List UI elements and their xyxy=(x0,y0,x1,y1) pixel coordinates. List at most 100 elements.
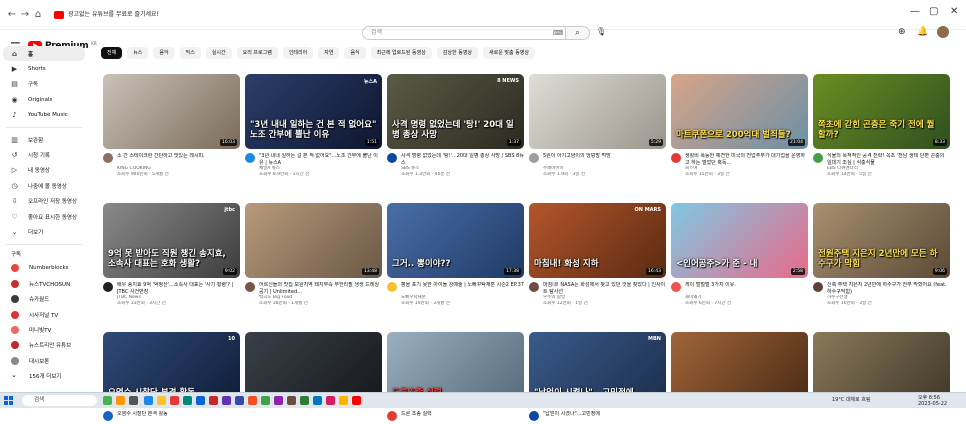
forward-icon[interactable]: → xyxy=(19,9,31,21)
channel-avatar[interactable] xyxy=(103,153,113,163)
video-thumbnail[interactable]: 16:03 xyxy=(103,74,240,149)
video-thumbnail[interactable]: 전원주택 지은지 2년만에 모든 하수구가 막힘 9:06 xyxy=(813,203,950,278)
channel-avatar[interactable] xyxy=(529,411,539,421)
search-input[interactable]: 검색 xyxy=(362,26,566,40)
sidebar-library-item-0[interactable]: ▥ 보관함 xyxy=(0,132,88,147)
sidebar-item-0[interactable]: ⌂ 홈 xyxy=(3,46,85,62)
app-icon-8[interactable] xyxy=(222,396,231,405)
video-card[interactable]: 5:29 5원이 아기고양이의 엉덩방 먹방 주례바어이 조회수 1.9회 · 3일 … xyxy=(529,74,666,178)
video-card[interactable]: 드론조종 실력드론 조종 실력 xyxy=(387,332,524,424)
video-card[interactable]: MBN"납얻이 시켰나"...고민정에"납얻이 시켰나"...고민정에 xyxy=(529,332,666,424)
sidebar-subscription-0[interactable]: Numberblocks xyxy=(0,261,88,276)
search-button[interactable]: ⌕ xyxy=(566,26,590,40)
video-card[interactable]: 쪽초에 갇힌 곤충은 죽기 전에 뭘 할까? 8:33 식물의 목적적인 공격 전략… xyxy=(813,74,950,178)
sidebar-subscription-2[interactable]: 슈카월드 xyxy=(0,291,88,306)
taskbar-search[interactable]: 검색 xyxy=(22,395,97,406)
app-icon-5[interactable] xyxy=(170,396,179,405)
app-icon-12[interactable] xyxy=(274,396,283,405)
sidebar-library-item-2[interactable]: ▷ 내 동영상 xyxy=(0,163,88,178)
chip-4[interactable]: 실시간 xyxy=(205,47,232,59)
chip-6[interactable]: 인테리어 xyxy=(282,47,314,59)
video-title[interactable]: 어르신들의 맛집 보완지역 돼지부속 무한리필 생생 드레싱 공기 | Unli… xyxy=(259,282,382,295)
video-thumbnail[interactable]: 마트쿠폰으로 200억대 벌죄들? 21:04 xyxy=(671,74,808,149)
sidebar-subscription-7[interactable]: ⌄ 156개 더보기 xyxy=(0,368,88,383)
bell-icon[interactable]: 🔔 xyxy=(917,27,928,37)
chip-3[interactable]: 믹스 xyxy=(179,47,201,59)
video-thumbnail[interactable]: 뉴스A "3년 내내 일하는 건 본 적 없어요" 노조 간부에 뿔난 이유 1:5… xyxy=(245,74,382,149)
clock[interactable]: 오후 8:56 2023-05-22 xyxy=(918,395,947,407)
video-card[interactable]: 그거.. 뽕이야?? 17:38 뽕을 포기 못한 아이돌 강예술 | 노빠꾸탁재훈… xyxy=(387,203,524,307)
video-title[interactable]: "납얻이 시켰나"...고민정에 xyxy=(543,411,666,424)
sidebar-library-item-3[interactable]: ◷ 나중에 볼 동영상 xyxy=(0,178,88,193)
home-nav-icon[interactable]: ⌂ xyxy=(32,9,44,21)
video-card[interactable]: 13:48 어르신들의 맛집 보완지역 돼지부속 무한리필 생생 드레싱 공기 |… xyxy=(245,203,382,307)
video-title[interactable]: 마침내! NASA는 화성에서 찾고 있던 것을 찾았다 | 인사이트 탐사선 xyxy=(543,282,666,295)
channel-avatar[interactable] xyxy=(813,282,823,292)
sidebar-library-item-6[interactable]: ⌄ 더보기 xyxy=(0,224,88,239)
app-icon-6[interactable] xyxy=(183,396,192,405)
premium-ad[interactable]: 광고없는 유튜브를 무료로 즐기세요! xyxy=(54,9,159,21)
video-title[interactable]: 5원이 아기고양이의 엉덩방 먹방 xyxy=(543,153,666,166)
video-thumbnail[interactable]: ON MARS 마침내! 화성 지하 16:43 xyxy=(529,203,666,278)
start-icon[interactable] xyxy=(4,396,13,405)
sidebar-subscription-1[interactable]: 뉴스TVCHOSUN xyxy=(0,276,88,291)
video-card[interactable]: 마트쿠폰으로 200억대 벌죄들? 21:04 생활비 폭등한 예견한 미국의 전업… xyxy=(671,74,808,178)
app-icon-1[interactable] xyxy=(103,396,112,405)
video-title[interactable]: 소 간 스테이크란 간단하고 맛있는 레시피. xyxy=(117,153,240,166)
weather[interactable]: 19°C 대체로 흐림 xyxy=(832,397,871,403)
video-thumbnail[interactable]: 8 NEWS 사격 명령 없었는데 '탕!' 20대 일병 총상 사망 1:37 xyxy=(387,74,524,149)
video-thumbnail[interactable]: 13:48 xyxy=(245,203,382,278)
app-icon-13[interactable] xyxy=(287,396,296,405)
chip-11[interactable]: 새로운 맞춤 동영상 xyxy=(483,47,536,59)
channel-avatar[interactable] xyxy=(387,411,397,421)
video-title[interactable]: 생활비 폭등한 예견한 미국의 전업주부가 대기업을 운영하고 하는 벌었던 혹… xyxy=(685,153,808,166)
sidebar-item-2[interactable]: ▤ 구독 xyxy=(0,77,88,92)
sidebar-subscription-6[interactable]: 대시보론 xyxy=(0,353,88,368)
video-title[interactable]: 배우 송지효 9억 '억정산'...소속사 대표는 '사기 횡령'? | JTB… xyxy=(117,282,240,295)
chip-10[interactable]: 감상한 동영상 xyxy=(436,47,479,59)
video-thumbnail[interactable]: 쪽초에 갇힌 곤충은 죽기 전에 뭘 할까? 8:33 xyxy=(813,74,950,149)
sidebar-item-3[interactable]: ◉ Originals xyxy=(0,92,88,107)
channel-avatar[interactable] xyxy=(387,153,397,163)
channel-avatar[interactable] xyxy=(671,282,681,292)
sidebar-library-item-1[interactable]: ↺ 시청 기록 xyxy=(0,147,88,162)
channel-avatar[interactable] xyxy=(671,153,681,163)
minimize-icon[interactable]: — xyxy=(910,6,920,17)
chip-7[interactable]: 자연 xyxy=(318,47,340,59)
app-icon-2[interactable] xyxy=(116,396,125,405)
video-title[interactable]: 드론 조종 실력 xyxy=(401,411,524,424)
back-icon[interactable]: ← xyxy=(6,9,18,21)
chip-0[interactable]: 전체 xyxy=(101,47,123,59)
channel-avatar[interactable] xyxy=(103,282,113,292)
sidebar-subscription-5[interactable]: 뉴스트리안 유튜브 xyxy=(0,338,88,353)
app-icon-7[interactable] xyxy=(209,396,218,405)
video-title[interactable]: "3년 내내 일하는 걸 본 적 없어요"...노조 간부에 뿔난 이유 | 뉴… xyxy=(259,153,382,166)
video-thumbnail[interactable]: jtbc 9억 못 받아도 직원 챙긴 송지효, 소속사 대표는 호화 생활? 9:… xyxy=(103,203,240,278)
channel-avatar[interactable] xyxy=(529,153,539,163)
video-card[interactable]: 16:03 소 간 스테이크란 간단하고 맛있는 레시피. KING COOKING… xyxy=(103,74,240,178)
app-icon-10[interactable] xyxy=(248,396,257,405)
video-title[interactable]: 게이 벌벌벌 3가지 이유. xyxy=(685,282,808,295)
video-title[interactable]: 사격 명령 없었는데 '탕!'...20대 일병 총상 사망 / SBS 8뉴스 xyxy=(401,153,524,166)
sidebar-subscription-3[interactable]: 시사저널 TV xyxy=(0,307,88,322)
channel-avatar[interactable] xyxy=(813,153,823,163)
avatar[interactable] xyxy=(937,26,949,38)
app-icon-14[interactable] xyxy=(300,396,309,405)
chip-5[interactable]: 요리 프로그램 xyxy=(236,47,278,59)
keyboard-icon[interactable]: ⌨ xyxy=(553,29,563,37)
chip-8[interactable]: 음식 xyxy=(344,47,366,59)
close-icon[interactable]: ✕ xyxy=(950,6,958,17)
app-icon-3[interactable] xyxy=(129,396,138,405)
video-card[interactable]: jtbc 9억 못 받아도 직원 챙긴 송지효, 소속사 대표는 호화 생활? 9:… xyxy=(103,203,240,307)
channel-avatar[interactable] xyxy=(387,282,397,292)
app-icon-4[interactable] xyxy=(144,396,153,405)
app-icon-9[interactable] xyxy=(235,396,244,405)
video-title[interactable]: 신축 주택 지은지 2년만에 하수구가 전부 막혔어요 (feat. 하수구막힘… xyxy=(827,282,950,295)
video-card[interactable]: ON MARS 마침내! 화성 지하 16:43 마침내! NASA는 화성에서 찾고… xyxy=(529,203,666,307)
video-card[interactable]: <인어공주>가 준 - 내 2:58 게이 벌벌벌 3가지 이유. 재미왜기 조회수 6… xyxy=(671,203,808,307)
chip-9[interactable]: 최근에 업로드된 동영상 xyxy=(370,47,432,59)
video-card[interactable]: 전원주택 지은지 2년만에 모든 하수구가 막힘 9:06 신축 주택 지은지 2년… xyxy=(813,203,950,307)
video-card[interactable]: 뉴스A "3년 내내 일하는 건 본 적 없어요" 노조 간부에 뿔난 이유 1:5… xyxy=(245,74,382,178)
video-title[interactable]: 식물의 목적적인 공격 전략! 쪽초 '전남 생태 단편 곤충의 일대기 조심 … xyxy=(827,153,950,166)
video-thumbnail[interactable]: 그거.. 뽕이야?? 17:38 xyxy=(387,203,524,278)
